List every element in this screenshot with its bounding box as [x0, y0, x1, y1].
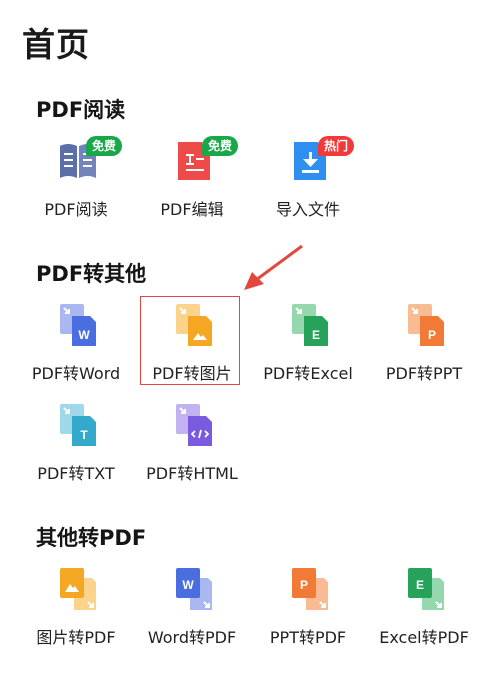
svg-text:W: W: [78, 328, 90, 342]
svg-text:P: P: [300, 578, 308, 592]
tool-label: PDF转TXT: [37, 464, 115, 483]
pdf-to-html-icon: [176, 404, 212, 446]
section-title-pdf-reading: PDF阅读: [36, 98, 126, 122]
excel-to-pdf-icon: E: [408, 568, 444, 610]
tool-label: Word转PDF: [147, 628, 237, 647]
image-to-pdf-icon: [60, 568, 96, 610]
tool-label: 图片转PDF: [36, 628, 116, 647]
tool-label: 导入文件: [275, 200, 340, 219]
tool-label: Excel转PDF: [379, 628, 469, 647]
svg-text:P: P: [428, 328, 436, 342]
pdf-to-excel-icon: E: [292, 304, 328, 346]
annotation-arrow-icon: [244, 244, 303, 290]
tool-label: PPT转PDF: [269, 628, 347, 647]
highlight-box: [140, 296, 240, 385]
pdf-to-txt-icon: T: [60, 404, 96, 446]
tool-label: PDF编辑: [160, 200, 224, 219]
hot-badge: 热门: [318, 136, 355, 156]
word-to-pdf-icon: W: [176, 568, 212, 610]
ppt-to-pdf-icon: P: [292, 568, 328, 610]
svg-text:E: E: [416, 578, 424, 592]
section-title-other-to-pdf: 其他转PDF: [36, 526, 147, 550]
svg-text:T: T: [80, 428, 88, 442]
free-badge: 免费: [86, 136, 123, 156]
tool-label: PDF转PPT: [385, 364, 463, 383]
tool-label: PDF转HTML: [146, 464, 238, 483]
tool-label: PDF转Word: [31, 364, 121, 383]
free-badge: 免费: [202, 136, 239, 156]
svg-text:E: E: [312, 328, 320, 342]
pdf-to-word-icon: W: [60, 304, 96, 346]
section-title-pdf-to-other: PDF转其他: [36, 262, 147, 286]
svg-text:W: W: [182, 578, 194, 592]
page-title: 首页: [22, 25, 90, 64]
tool-label: PDF阅读: [44, 200, 108, 219]
pdf-to-ppt-icon: P: [408, 304, 444, 346]
tool-label: PDF转Excel: [263, 364, 353, 383]
